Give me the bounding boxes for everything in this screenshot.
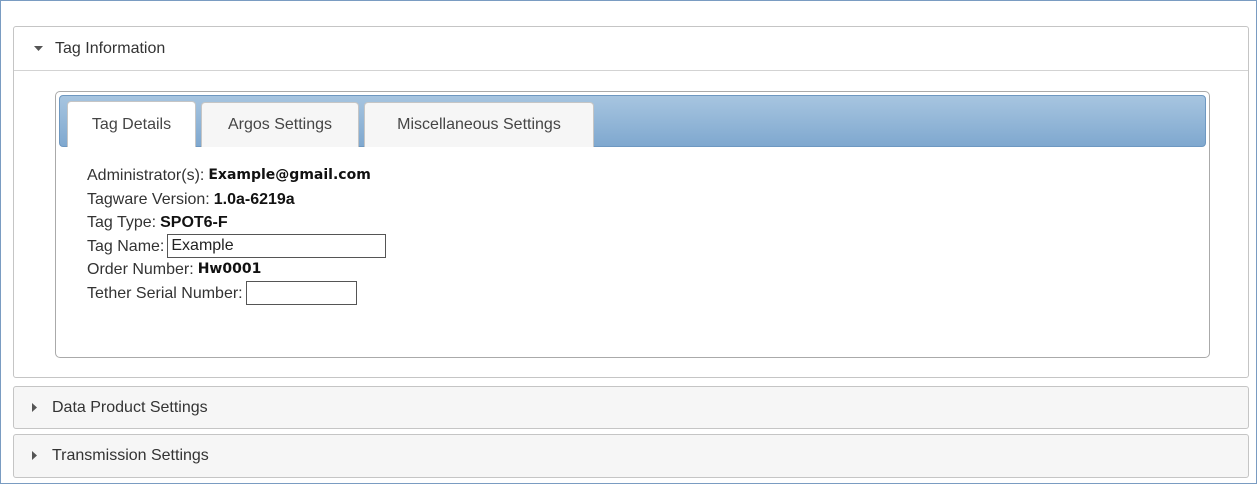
transmission-settings-title: Transmission Settings (52, 446, 209, 464)
tagware-version-value: 1.0a-6219a (213, 190, 295, 208)
tag-type-row: Tag Type: SPOT6-F (87, 211, 386, 235)
administrators-row: Administrator(s): Example@gmail.com (87, 164, 386, 188)
tab-bar: Tag Details Argos Settings Miscellaneous… (59, 95, 1206, 147)
tag-name-row: Tag Name: (87, 234, 387, 259)
order-number-value: Hw0001 (197, 261, 262, 277)
caret-down-icon (33, 44, 43, 54)
tab-miscellaneous-settings[interactable]: Miscellaneous Settings (364, 102, 594, 147)
tether-serial-row: Tether Serial Number: (87, 281, 386, 306)
tag-information-panel: Tag Information Tag Details Argos Settin… (13, 26, 1249, 378)
administrators-value: Example@gmail.com (208, 167, 371, 183)
tag-information-header[interactable]: Tag Information (14, 27, 1248, 71)
tagware-version-row: Tagware Version: 1.0a-6219a (87, 188, 386, 212)
tether-serial-input[interactable] (245, 281, 357, 306)
order-number-row: Order Number: Hw0001 (87, 258, 386, 282)
tag-type-label: Tag Type: (87, 214, 157, 231)
tether-serial-label: Tether Serial Number: (87, 284, 243, 302)
tab-tag-details[interactable]: Tag Details (67, 101, 196, 147)
data-product-settings-header[interactable]: Data Product Settings (14, 387, 1248, 428)
order-number-label: Order Number: (87, 261, 194, 278)
tagware-version-label: Tagware Version: (87, 190, 210, 208)
transmission-settings-panel: Transmission Settings (13, 434, 1249, 478)
tab-argos-settings[interactable]: Argos Settings (201, 102, 359, 147)
tag-name-input[interactable] (167, 234, 387, 259)
tag-name-label: Tag Name: (87, 237, 165, 255)
tag-type-value: SPOT6-F (160, 214, 228, 231)
tag-details-content: Administrator(s): Example@gmail.com Tagw… (87, 164, 387, 306)
caret-right-icon (30, 403, 40, 413)
transmission-settings-header[interactable]: Transmission Settings (14, 435, 1248, 476)
caret-right-icon (30, 451, 40, 461)
administrators-label: Administrator(s): (87, 167, 205, 184)
data-product-settings-panel: Data Product Settings (13, 386, 1249, 429)
tabs-container: Tag Details Argos Settings Miscellaneous… (55, 91, 1210, 358)
data-product-settings-title: Data Product Settings (52, 398, 208, 416)
tag-information-title: Tag Information (55, 39, 166, 57)
